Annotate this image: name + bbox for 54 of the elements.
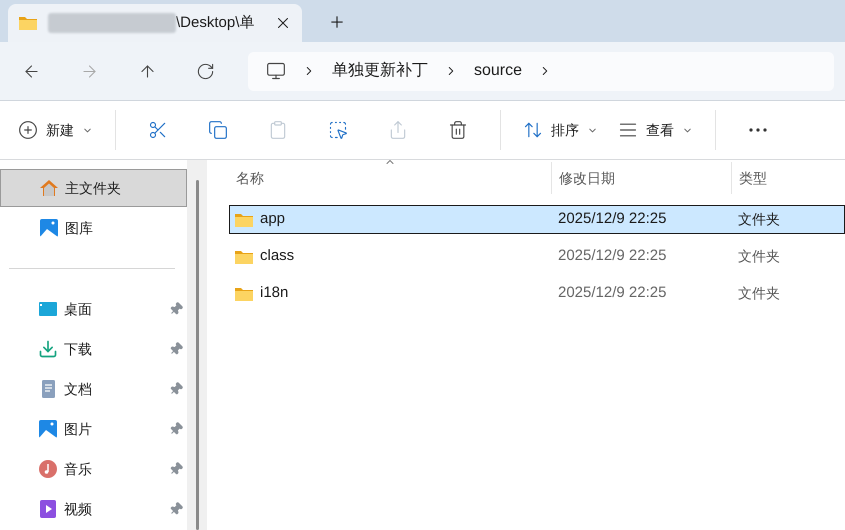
share-icon <box>388 120 408 140</box>
rename-icon <box>328 120 348 140</box>
refresh-icon[interactable] <box>196 62 215 80</box>
file-name: app <box>260 209 286 230</box>
column-header[interactable]: 名称 <box>229 162 551 194</box>
toolbar-menu-button[interactable]: 排序 <box>513 112 608 148</box>
picture-icon <box>38 419 58 439</box>
toolbar-menu-button[interactable]: 查看 <box>608 112 703 148</box>
type-cell-text: 文件夹 <box>737 284 780 303</box>
video-icon <box>38 499 58 519</box>
date-cell-text: 2025/12/9 22:25 <box>557 246 668 266</box>
house-icon <box>39 178 59 198</box>
toolbar-menu-button[interactable]: 新建 <box>8 112 103 148</box>
trash-icon <box>448 120 468 140</box>
desktop-icon <box>38 299 58 319</box>
sidebar-item[interactable]: 图片 <box>0 409 187 449</box>
scissors-icon <box>148 120 168 140</box>
file-row[interactable]: app 2025/12/9 22:25 文件夹 <box>229 205 845 234</box>
sidebar-item[interactable]: 视频 <box>0 489 187 529</box>
sidebar-item[interactable]: 图库 <box>0 209 187 247</box>
folder-icon <box>234 286 254 302</box>
plus-circle-icon <box>18 120 38 140</box>
window-tab[interactable]: \Desktop\单 <box>8 4 302 42</box>
address-bar[interactable]: 单独更新补丁 source <box>248 52 834 90</box>
type-cell-text: 文件夹 <box>737 210 780 229</box>
music-note-icon <box>38 459 58 479</box>
sidebar-item[interactable]: 主文件夹 <box>0 169 187 207</box>
type-cell-text: 文件夹 <box>737 247 780 266</box>
sidebar-item[interactable]: 桌面 <box>0 289 187 329</box>
folder-icon <box>18 15 38 31</box>
folder-icon <box>234 212 254 228</box>
sidebar-item[interactable]: 文档 <box>0 369 187 409</box>
computer-icon <box>266 61 286 81</box>
date-cell-text: 2025/12/9 22:25 <box>557 209 668 230</box>
file-name: class <box>260 246 294 266</box>
tab-title: \Desktop\单 <box>176 12 254 33</box>
column-header[interactable]: 修改日期 <box>551 162 731 194</box>
download-icon <box>38 339 58 359</box>
sort-arrows-icon <box>523 120 543 140</box>
breadcrumb-item[interactable]: 单独更新补丁 <box>332 59 428 83</box>
breadcrumb-item[interactable]: source <box>474 59 522 83</box>
date-cell-text: 2025/12/9 22:25 <box>557 283 668 304</box>
file-row[interactable]: i18n 2025/12/9 22:25 文件夹 <box>229 279 845 308</box>
copy-icon <box>208 120 228 140</box>
folder-icon <box>234 248 254 264</box>
picture-icon <box>39 218 59 238</box>
ellipsis-icon <box>749 128 767 132</box>
scrollbar[interactable] <box>187 160 207 530</box>
column-header[interactable]: 类型 <box>731 162 845 194</box>
file-row[interactable]: class 2025/12/9 22:25 文件夹 <box>229 242 845 271</box>
sidebar-item[interactable]: 下载 <box>0 329 187 369</box>
clipboard-icon <box>268 120 288 140</box>
file-name: i18n <box>260 283 288 304</box>
sidebar-item[interactable]: 音乐 <box>0 449 187 489</box>
